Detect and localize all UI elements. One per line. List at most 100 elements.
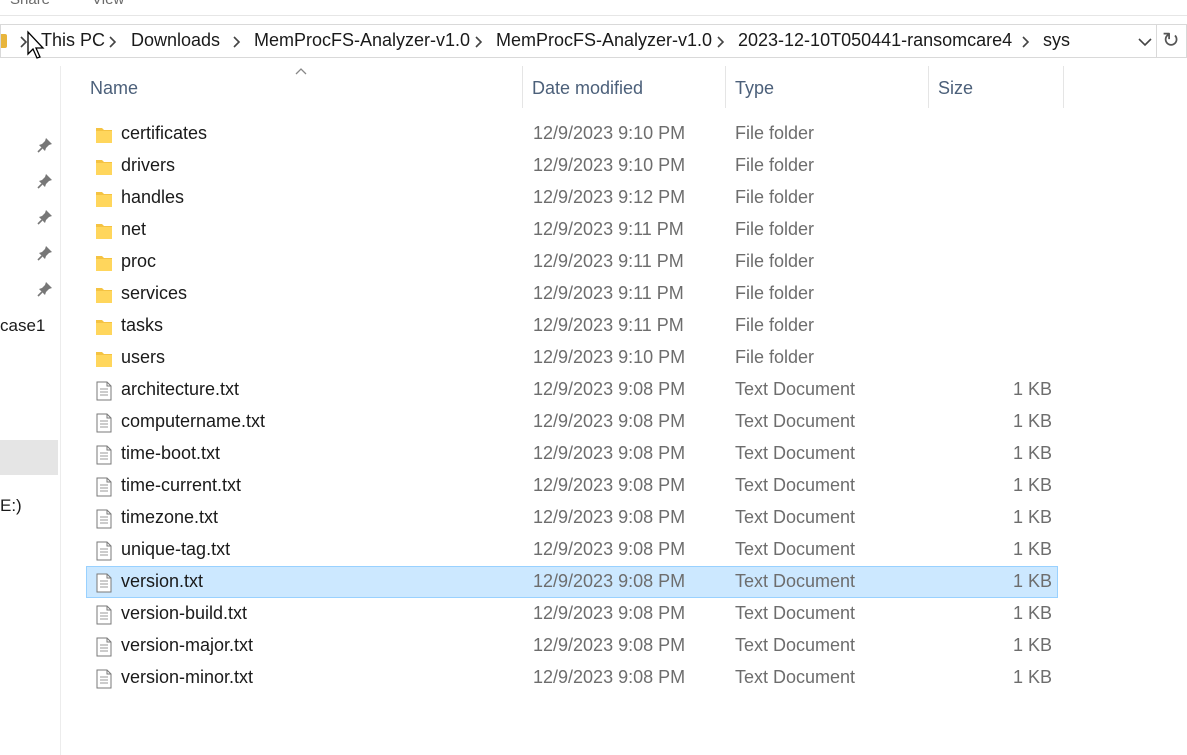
file-name: architecture.txt [121, 379, 240, 399]
pin-icon[interactable] [37, 281, 53, 297]
column-divider[interactable] [725, 66, 726, 108]
file-row[interactable]: version-build.txt 12/9/2023 9:08 PM Text D… [86, 598, 1058, 630]
file-date-modified: 12/9/2023 9:10 PM [533, 155, 686, 175]
column-header-name[interactable]: Name [90, 78, 138, 108]
text-file-icon [95, 669, 113, 689]
file-date-modified: 12/9/2023 9:08 PM [533, 603, 686, 623]
pin-icon[interactable] [37, 173, 53, 189]
pin-icon[interactable] [37, 209, 53, 225]
file-date-modified: 12/9/2023 9:10 PM [533, 123, 686, 143]
file-row[interactable]: net 12/9/2023 9:11 PM File folder [86, 214, 1058, 246]
text-file-icon [95, 573, 113, 593]
file-row[interactable]: architecture.txt 12/9/2023 9:08 PM Text Do… [86, 374, 1058, 406]
file-type: Text Document [735, 411, 856, 431]
file-type: File folder [735, 251, 815, 271]
file-row[interactable]: drivers 12/9/2023 9:10 PM File folder [86, 150, 1058, 182]
file-row[interactable]: time-boot.txt 12/9/2023 9:08 PM Text Docum… [86, 438, 1058, 470]
file-row[interactable]: users 12/9/2023 9:10 PM File folder [86, 342, 1058, 374]
file-size: 1 KB [1012, 411, 1052, 431]
file-name: net [121, 219, 147, 239]
column-divider[interactable] [928, 66, 929, 108]
nav-item-drive-e[interactable]: E:) [0, 496, 22, 516]
file-type: Text Document [735, 603, 856, 623]
file-type: Text Document [735, 635, 856, 655]
pin-icon[interactable] [37, 245, 53, 261]
folder-icon [95, 349, 113, 369]
file-size: 1 KB [1012, 475, 1052, 495]
text-file-icon [95, 381, 113, 401]
breadcrumb-analyzer-1[interactable]: MemProcFS-Analyzer-v1.0 [254, 30, 470, 51]
ribbon-tab-view[interactable]: View [92, 0, 124, 8]
file-name: certificates [121, 123, 208, 143]
file-type: File folder [735, 123, 815, 143]
breadcrumb-downloads[interactable]: Downloads [131, 30, 220, 51]
text-file-icon [95, 477, 113, 497]
file-type: Text Document [735, 667, 856, 687]
file-type: Text Document [735, 475, 856, 495]
file-name: timezone.txt [121, 507, 219, 527]
chevron-right-icon[interactable] [1019, 33, 1033, 51]
breadcrumb-case-folder[interactable]: 2023-12-10T050441-ransomcare4 [738, 30, 1012, 51]
file-row[interactable]: services 12/9/2023 9:11 PM File folder [86, 278, 1058, 310]
file-row[interactable]: version.txt 12/9/2023 9:08 PM Text Documen… [86, 566, 1058, 598]
folder-icon [95, 221, 113, 241]
file-type: Text Document [735, 571, 856, 591]
file-row[interactable]: timezone.txt 12/9/2023 9:08 PM Text Docume… [86, 502, 1058, 534]
folder-icon [95, 125, 113, 145]
navigation-pane[interactable]: case1 E:) [0, 66, 61, 755]
column-divider[interactable] [1063, 66, 1064, 108]
file-name: version-build.txt [121, 603, 248, 623]
file-name: users [121, 347, 166, 367]
column-header-date[interactable]: Date modified [532, 78, 643, 108]
file-name: version.txt [121, 571, 204, 591]
column-header-type[interactable]: Type [735, 78, 774, 108]
file-name: time-boot.txt [121, 443, 221, 463]
chevron-right-icon[interactable] [106, 33, 120, 51]
file-size: 1 KB [1012, 635, 1052, 655]
file-row[interactable]: version-minor.txt 12/9/2023 9:08 PM Text D… [86, 662, 1058, 694]
file-type: File folder [735, 187, 815, 207]
breadcrumb-this-pc[interactable]: This PC [41, 30, 105, 51]
file-type: File folder [735, 315, 815, 335]
nav-item-case1[interactable]: case1 [0, 316, 45, 336]
nav-item-selected[interactable] [0, 440, 58, 475]
file-row[interactable]: computername.txt 12/9/2023 9:08 PM Text Do… [86, 406, 1058, 438]
file-size: 1 KB [1012, 507, 1052, 527]
breadcrumb-sys[interactable]: sys [1043, 30, 1070, 51]
pin-icon[interactable] [37, 137, 53, 153]
file-size: 1 KB [1012, 667, 1052, 687]
file-row[interactable]: proc 12/9/2023 9:11 PM File folder [86, 246, 1058, 278]
ribbon-tab-share[interactable]: Share [10, 0, 50, 8]
file-date-modified: 12/9/2023 9:08 PM [533, 443, 686, 463]
chevron-right-icon[interactable] [230, 33, 244, 51]
refresh-button[interactable]: ↻ [1157, 24, 1187, 58]
file-name: services [121, 283, 188, 303]
folder-icon [95, 285, 113, 305]
chevron-down-icon[interactable] [1136, 34, 1154, 50]
file-row[interactable]: certificates 12/9/2023 9:10 PM File folder [86, 118, 1058, 150]
text-file-icon [95, 605, 113, 625]
breadcrumb-analyzer-2[interactable]: MemProcFS-Analyzer-v1.0 [496, 30, 712, 51]
file-name: time-current.txt [121, 475, 242, 495]
column-header-size[interactable]: Size [938, 78, 973, 108]
address-bar[interactable]: This PC Downloads MemProcFS-Analyzer-v1.… [0, 24, 1157, 58]
file-name: computername.txt [121, 411, 266, 431]
chevron-right-icon[interactable] [714, 33, 728, 51]
file-name: tasks [121, 315, 164, 335]
file-size: 1 KB [1012, 571, 1052, 591]
file-name: drivers [121, 155, 176, 175]
file-name: unique-tag.txt [121, 539, 231, 559]
file-type: Text Document [735, 539, 856, 559]
file-date-modified: 12/9/2023 9:10 PM [533, 347, 686, 367]
file-row[interactable]: unique-tag.txt 12/9/2023 9:08 PM Text Docu… [86, 534, 1058, 566]
chevron-right-icon[interactable] [472, 33, 486, 51]
file-row[interactable]: version-major.txt 12/9/2023 9:08 PM Text D… [86, 630, 1058, 662]
file-date-modified: 12/9/2023 9:08 PM [533, 667, 686, 687]
file-name: version-minor.txt [121, 667, 254, 687]
file-row[interactable]: handles 12/9/2023 9:12 PM File folder [86, 182, 1058, 214]
folder-icon [95, 253, 113, 273]
file-row[interactable]: tasks 12/9/2023 9:11 PM File folder [86, 310, 1058, 342]
file-row[interactable]: time-current.txt 12/9/2023 9:08 PM Text Do… [86, 470, 1058, 502]
file-size: 1 KB [1012, 539, 1052, 559]
column-divider[interactable] [522, 66, 523, 108]
